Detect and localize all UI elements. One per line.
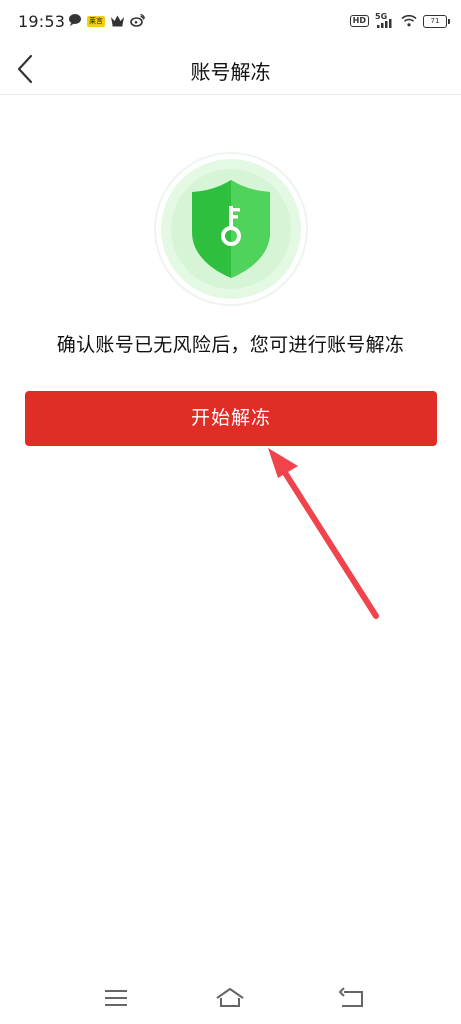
system-nav-bar [0, 968, 461, 1024]
battery-icon: 71 [423, 14, 450, 28]
chat-bubble-icon [68, 12, 82, 31]
back-icon [339, 987, 363, 1007]
back-nav-button[interactable] [336, 984, 368, 1012]
start-unfreeze-button[interactable]: 开始解冻 [25, 391, 437, 446]
status-bar: 19:53 莱言 HD 5G 71 [0, 0, 461, 44]
crown-icon [110, 12, 125, 31]
menu-icon [105, 990, 127, 1006]
menu-button[interactable] [100, 984, 132, 1012]
status-left-icons: 莱言 [68, 12, 146, 31]
status-time: 19:53 [18, 12, 66, 31]
red-arrow-icon [250, 440, 390, 630]
cell-signal-icon: 5G [375, 13, 395, 29]
home-icon [216, 988, 244, 1007]
weibo-icon [130, 12, 146, 31]
wifi-icon [401, 12, 417, 31]
page-title: 账号解冻 [190, 60, 271, 84]
shield-key-icon [150, 148, 312, 310]
status-right-icons: HD 5G 71 [349, 12, 450, 31]
home-button[interactable] [214, 984, 246, 1012]
nav-bar: 账号解冻 [0, 44, 461, 95]
hd-indicator: HD [349, 15, 369, 27]
unfreeze-message: 确认账号已无风险后，您可进行账号解冻 [56, 334, 405, 356]
news-badge-icon: 莱言 [87, 15, 105, 27]
